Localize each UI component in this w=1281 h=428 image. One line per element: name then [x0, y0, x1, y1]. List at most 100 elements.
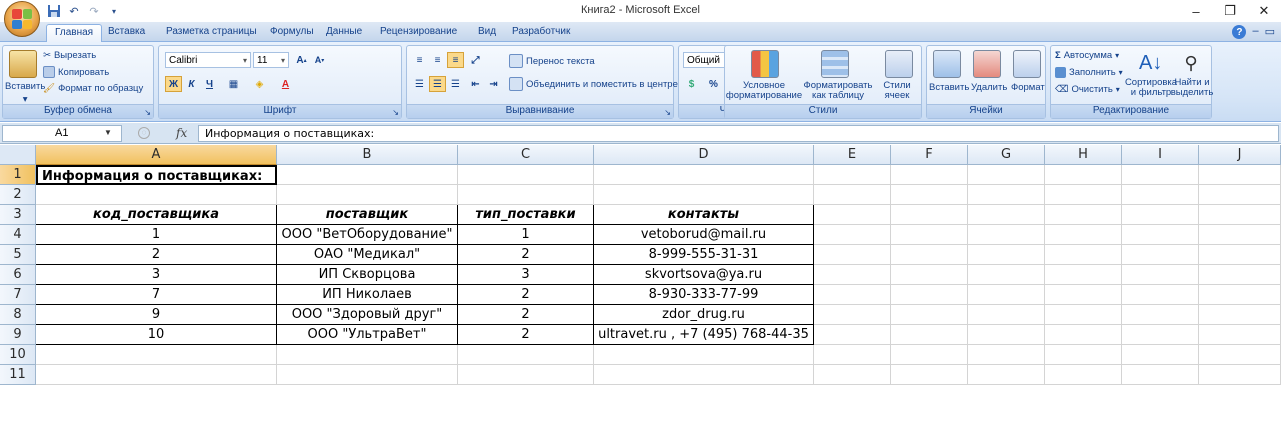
cell-a1[interactable]: Информация о поставщиках: [36, 165, 277, 185]
cell-d10[interactable] [594, 345, 814, 365]
cell-a8[interactable]: 9 [36, 305, 277, 325]
cell-j10[interactable] [1199, 345, 1281, 365]
cell-h2[interactable] [1045, 185, 1122, 205]
merge-center-button[interactable]: Объединить и поместить в центре▾ [509, 77, 685, 91]
italic-button[interactable]: К [183, 76, 200, 92]
cell-g6[interactable] [968, 265, 1045, 285]
row-header-11[interactable]: 11 [0, 365, 36, 385]
cell-i9[interactable] [1122, 325, 1199, 345]
cell-j3[interactable] [1199, 205, 1281, 225]
column-header-i[interactable]: I [1122, 145, 1199, 165]
cell-g11[interactable] [968, 365, 1045, 385]
tab-home[interactable]: Главная [46, 24, 103, 42]
increase-indent-icon[interactable]: ⇥ [485, 76, 502, 92]
cell-j7[interactable] [1199, 285, 1281, 305]
cell-i11[interactable] [1122, 365, 1199, 385]
currency-icon[interactable]: $ [683, 76, 700, 92]
column-header-f[interactable]: F [891, 145, 968, 165]
cell-h8[interactable] [1045, 305, 1122, 325]
office-button[interactable] [4, 1, 40, 37]
cell-d5[interactable]: 8-999-555-31-31 [594, 245, 814, 265]
cell-a2[interactable] [36, 185, 277, 205]
row-header-10[interactable]: 10 [0, 345, 36, 365]
cell-e8[interactable] [814, 305, 891, 325]
cell-b3[interactable]: поставщик [277, 205, 458, 225]
cell-e4[interactable] [814, 225, 891, 245]
tab-data[interactable]: Данные [318, 24, 370, 42]
cell-b9[interactable]: ООО "УльтраВет" [277, 325, 458, 345]
cell-f6[interactable] [891, 265, 968, 285]
grow-font-icon[interactable]: A ▴ [293, 52, 310, 68]
cell-f4[interactable] [891, 225, 968, 245]
cell-e1[interactable] [814, 165, 891, 185]
cell-e10[interactable] [814, 345, 891, 365]
column-header-j[interactable]: J [1199, 145, 1281, 165]
align-bottom-icon[interactable]: ≡ [447, 52, 464, 68]
cell-c8[interactable]: 2 [458, 305, 594, 325]
cell-e7[interactable] [814, 285, 891, 305]
cell-a4[interactable]: 1 [36, 225, 277, 245]
clipboard-launcher-icon[interactable]: ↘ [144, 108, 151, 117]
cell-h5[interactable] [1045, 245, 1122, 265]
cell-g1[interactable] [968, 165, 1045, 185]
cell-f7[interactable] [891, 285, 968, 305]
cell-d1[interactable] [594, 165, 814, 185]
align-middle-icon[interactable]: ≡ [429, 52, 446, 68]
font-size-combo[interactable]: 11 ▾ [253, 52, 289, 68]
cell-d6[interactable]: skvortsova@ya.ru [594, 265, 814, 285]
cell-f8[interactable] [891, 305, 968, 325]
cell-g9[interactable] [968, 325, 1045, 345]
minimize-icon[interactable]: – [1179, 0, 1213, 22]
cell-g4[interactable] [968, 225, 1045, 245]
row-header-9[interactable]: 9 [0, 325, 36, 345]
cut-button[interactable]: ✂ Вырезать [43, 50, 96, 61]
cell-f5[interactable] [891, 245, 968, 265]
cell-j6[interactable] [1199, 265, 1281, 285]
cell-f10[interactable] [891, 345, 968, 365]
cell-g5[interactable] [968, 245, 1045, 265]
tab-formulas[interactable]: Формулы [262, 24, 322, 42]
cell-b11[interactable] [277, 365, 458, 385]
cell-j5[interactable] [1199, 245, 1281, 265]
cell-i6[interactable] [1122, 265, 1199, 285]
cell-h4[interactable] [1045, 225, 1122, 245]
clear-button[interactable]: ⌫ Очистить ▾ [1055, 84, 1120, 95]
cell-styles-button[interactable]: Стили ячеек [875, 81, 919, 101]
cell-a3[interactable]: код_поставщика [36, 205, 277, 225]
column-header-d[interactable]: D [594, 145, 814, 165]
font-name-combo[interactable]: Calibri ▾ [165, 52, 251, 68]
paste-button[interactable]: Вставить ▾ [5, 82, 45, 105]
cell-a7[interactable]: 7 [36, 285, 277, 305]
cell-d3[interactable]: контакты [594, 205, 814, 225]
align-center-icon[interactable]: ☰ [429, 76, 446, 92]
cell-f3[interactable] [891, 205, 968, 225]
cell-b10[interactable] [277, 345, 458, 365]
cell-c5[interactable]: 2 [458, 245, 594, 265]
format-painter-button[interactable]: 🖌 Формат по образцу [43, 83, 143, 94]
name-box-dropdown-icon[interactable]: ▼ [104, 128, 112, 137]
column-header-h[interactable]: H [1045, 145, 1122, 165]
cell-b2[interactable] [277, 185, 458, 205]
cancel-entry-icon[interactable]: ◌ [138, 127, 150, 139]
delete-cells-button[interactable]: Удалить [971, 82, 1007, 93]
row-header-7[interactable]: 7 [0, 285, 36, 305]
cell-h7[interactable] [1045, 285, 1122, 305]
cell-c1[interactable] [458, 165, 594, 185]
cell-h6[interactable] [1045, 265, 1122, 285]
cell-d11[interactable] [594, 365, 814, 385]
sort-filter-button[interactable]: Сортировка и фильтр [1125, 78, 1177, 98]
cell-b4[interactable]: ООО "ВетОборудование" [277, 225, 458, 245]
cell-j2[interactable] [1199, 185, 1281, 205]
bold-button[interactable]: Ж [165, 76, 182, 92]
cell-c4[interactable]: 1 [458, 225, 594, 245]
column-header-b[interactable]: B [277, 145, 458, 165]
cell-j11[interactable] [1199, 365, 1281, 385]
cell-e11[interactable] [814, 365, 891, 385]
underline-button[interactable]: Ч [201, 76, 218, 92]
column-header-e[interactable]: E [814, 145, 891, 165]
cell-i4[interactable] [1122, 225, 1199, 245]
help-icon[interactable]: ? [1232, 25, 1247, 39]
cell-j8[interactable] [1199, 305, 1281, 325]
cell-g3[interactable] [968, 205, 1045, 225]
cell-h3[interactable] [1045, 205, 1122, 225]
